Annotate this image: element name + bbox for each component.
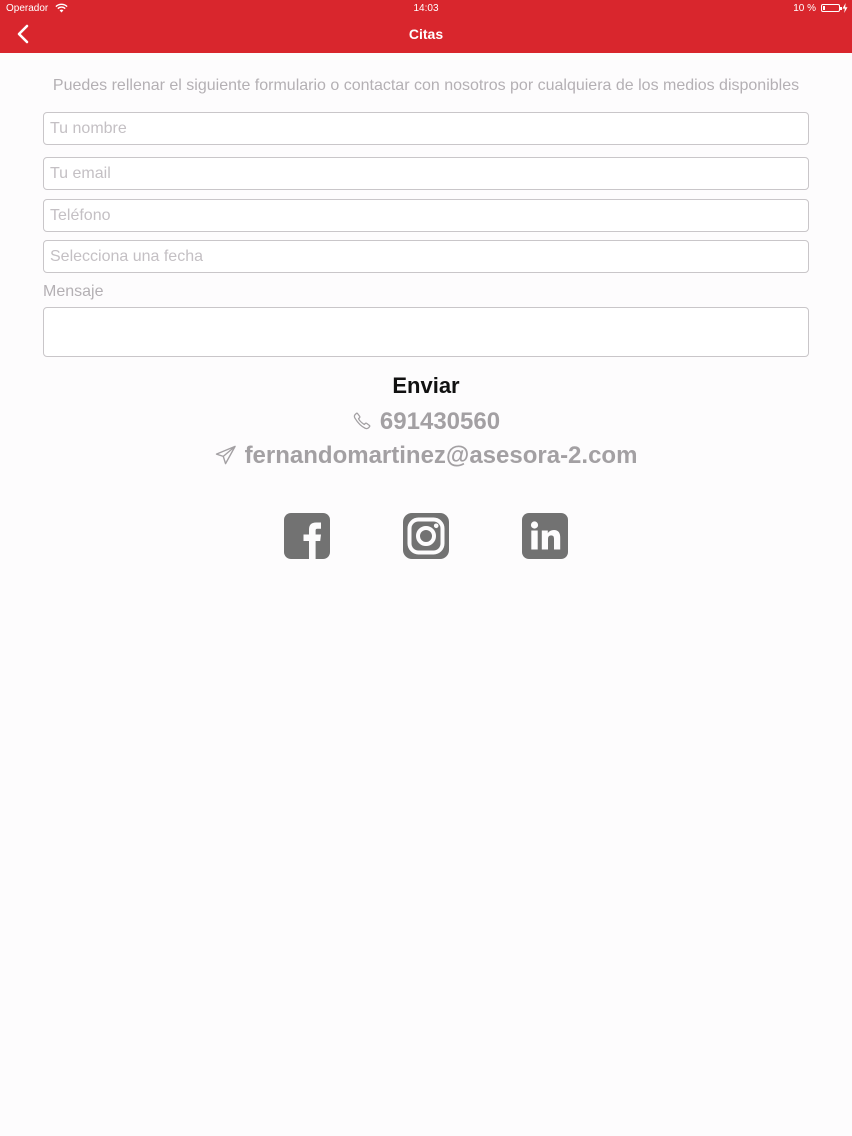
date-picker-input[interactable] (43, 240, 809, 273)
charging-icon (842, 3, 848, 13)
facebook-icon[interactable] (284, 513, 330, 559)
phone-input[interactable] (43, 199, 809, 232)
status-time: 14:03 (413, 3, 439, 14)
battery-icon (821, 4, 842, 12)
contact-phone-number: 691430560 (379, 408, 501, 435)
email-input[interactable] (43, 157, 809, 190)
message-label: Mensaje (43, 283, 104, 300)
citas-screen: Operador 14:03 10 % Citas Puedes rellena… (0, 0, 852, 1136)
send-icon (215, 445, 236, 465)
battery-percentage: 10 % (793, 3, 816, 14)
linkedin-icon[interactable] (522, 513, 568, 559)
contact-phone-row[interactable]: 691430560 (0, 408, 852, 436)
navigation-bar: Citas (0, 17, 852, 53)
send-button[interactable]: Enviar (326, 371, 526, 401)
page-title: Citas (408, 26, 444, 42)
status-bar: Operador 14:03 10 % (0, 0, 852, 17)
name-input[interactable] (43, 112, 809, 145)
contact-email-address: fernandomartinez@asesora-2.com (244, 442, 638, 469)
form-intro-text: Puedes rellenar el siguiente formulario … (52, 77, 800, 94)
app-header: Operador 14:03 10 % Citas (0, 0, 852, 53)
phone-icon (353, 412, 371, 430)
message-textarea[interactable] (43, 307, 809, 357)
contact-email-row[interactable]: fernandomartinez@asesora-2.com (0, 442, 852, 470)
instagram-icon[interactable] (403, 513, 449, 559)
